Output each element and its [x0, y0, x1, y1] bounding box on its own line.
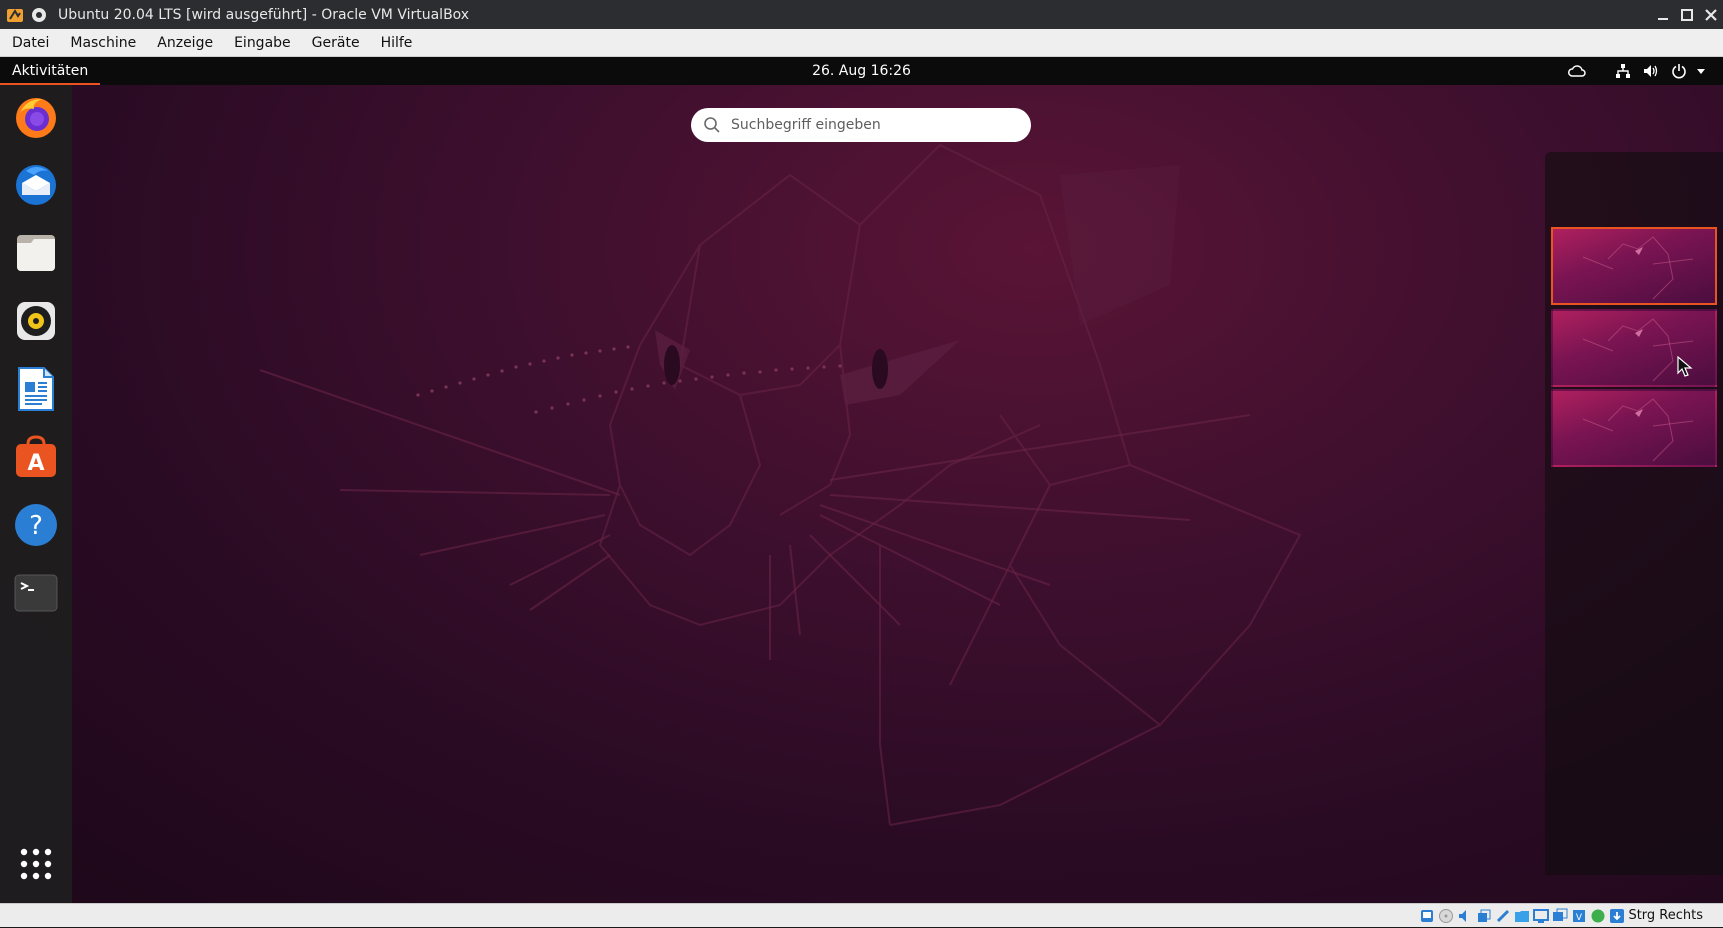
menu-geraete[interactable]: Geräte [302, 35, 370, 51]
files-icon [17, 235, 55, 271]
dock-item-firefox[interactable] [11, 92, 61, 142]
usb-icon[interactable] [1495, 908, 1511, 924]
optical-drive-icon[interactable] [1438, 908, 1454, 924]
workspace-switcher [1545, 152, 1723, 875]
ubuntu-software-icon: A [16, 435, 56, 477]
rhythmbox-icon [17, 302, 55, 340]
window-controls [1655, 0, 1719, 29]
shared-folder-icon[interactable] [1514, 908, 1530, 924]
keyboard-capture-icon[interactable] [1609, 908, 1625, 924]
dock: A ? [0, 85, 72, 903]
close-button[interactable] [1703, 7, 1719, 23]
host-key-label: Strg Rechts [1628, 908, 1703, 923]
statusbar: V Strg Rechts [0, 903, 1723, 927]
cpu-icon[interactable]: V [1571, 908, 1587, 924]
desktop-wallpaper [0, 85, 1723, 903]
video-capture-icon[interactable] [1552, 908, 1568, 924]
search-input[interactable]: Suchbegriff eingeben [691, 108, 1031, 142]
window-titlebar: Ubuntu 20.04 LTS [wird ausgeführt] - Ora… [0, 0, 1723, 29]
search-placeholder: Suchbegriff eingeben [731, 117, 881, 133]
dock-item-help[interactable]: ? [11, 500, 61, 550]
volume-icon[interactable] [1643, 63, 1659, 79]
dock-item-thunderbird[interactable] [11, 160, 61, 210]
dock-item-ubuntu-software[interactable]: A [11, 432, 61, 482]
cloud-icon[interactable] [1567, 63, 1587, 79]
workspace-thumbnail-1[interactable] [1551, 227, 1717, 305]
network-icon[interactable] [1615, 63, 1631, 79]
thunderbird-icon [16, 165, 56, 205]
menu-anzeige[interactable]: Anzeige [147, 35, 223, 51]
window-title: Ubuntu 20.04 LTS [wird ausgeführt] - Ora… [58, 6, 470, 23]
dock-item-rhythmbox[interactable] [11, 296, 61, 346]
menu-datei[interactable]: Datei [2, 35, 59, 51]
app-grid-icon [20, 848, 52, 880]
show-applications-button[interactable] [11, 839, 61, 889]
clock[interactable]: 26. Aug 16:26 [0, 57, 1723, 85]
terminal-icon [14, 574, 58, 612]
workspace-thumbnail-3[interactable] [1551, 389, 1717, 467]
dock-item-libreoffice-writer[interactable] [11, 364, 61, 414]
virtualbox-app-icon [7, 8, 23, 22]
chevron-down-icon[interactable] [1695, 65, 1707, 77]
menubar: Datei Maschine Anzeige Eingabe Geräte Hi… [0, 29, 1723, 57]
wallpaper-cat-artwork [259, 143, 1302, 826]
menu-eingabe[interactable]: Eingabe [224, 35, 301, 51]
workspace-thumbnail-artwork [1582, 236, 1694, 300]
hard-disk-icon[interactable] [1419, 908, 1435, 924]
svg-text:?: ? [29, 511, 43, 541]
libreoffice-writer-icon [18, 367, 54, 411]
mouse-cursor [1677, 356, 1693, 377]
minimize-button[interactable] [1655, 7, 1671, 23]
vm-screen[interactable]: Aktivitäten 26. Aug 16:26 A ? Suchbegrif… [0, 57, 1723, 903]
maximize-button[interactable] [1679, 7, 1695, 23]
network-adapter-icon[interactable] [1476, 908, 1492, 924]
firefox-icon [16, 98, 56, 138]
system-tray[interactable] [1567, 57, 1707, 85]
display-icon[interactable] [1533, 908, 1549, 924]
menu-hilfe[interactable]: Hilfe [371, 35, 423, 51]
svg-text:V: V [1576, 913, 1583, 923]
svg-text:A: A [27, 451, 44, 476]
workspace-thumbnail-artwork [1582, 398, 1694, 462]
power-icon[interactable] [1671, 63, 1687, 79]
dock-item-files[interactable] [11, 228, 61, 278]
pin-icon[interactable] [32, 7, 46, 22]
search-icon [704, 117, 720, 133]
audio-icon[interactable] [1457, 908, 1473, 924]
dock-item-terminal[interactable] [11, 568, 61, 618]
menu-maschine[interactable]: Maschine [60, 35, 146, 51]
help-icon: ? [15, 504, 57, 546]
gnome-topbar: Aktivitäten 26. Aug 16:26 [0, 57, 1723, 85]
mouse-integration-icon[interactable] [1590, 908, 1606, 924]
status-icons: V [1419, 908, 1625, 924]
